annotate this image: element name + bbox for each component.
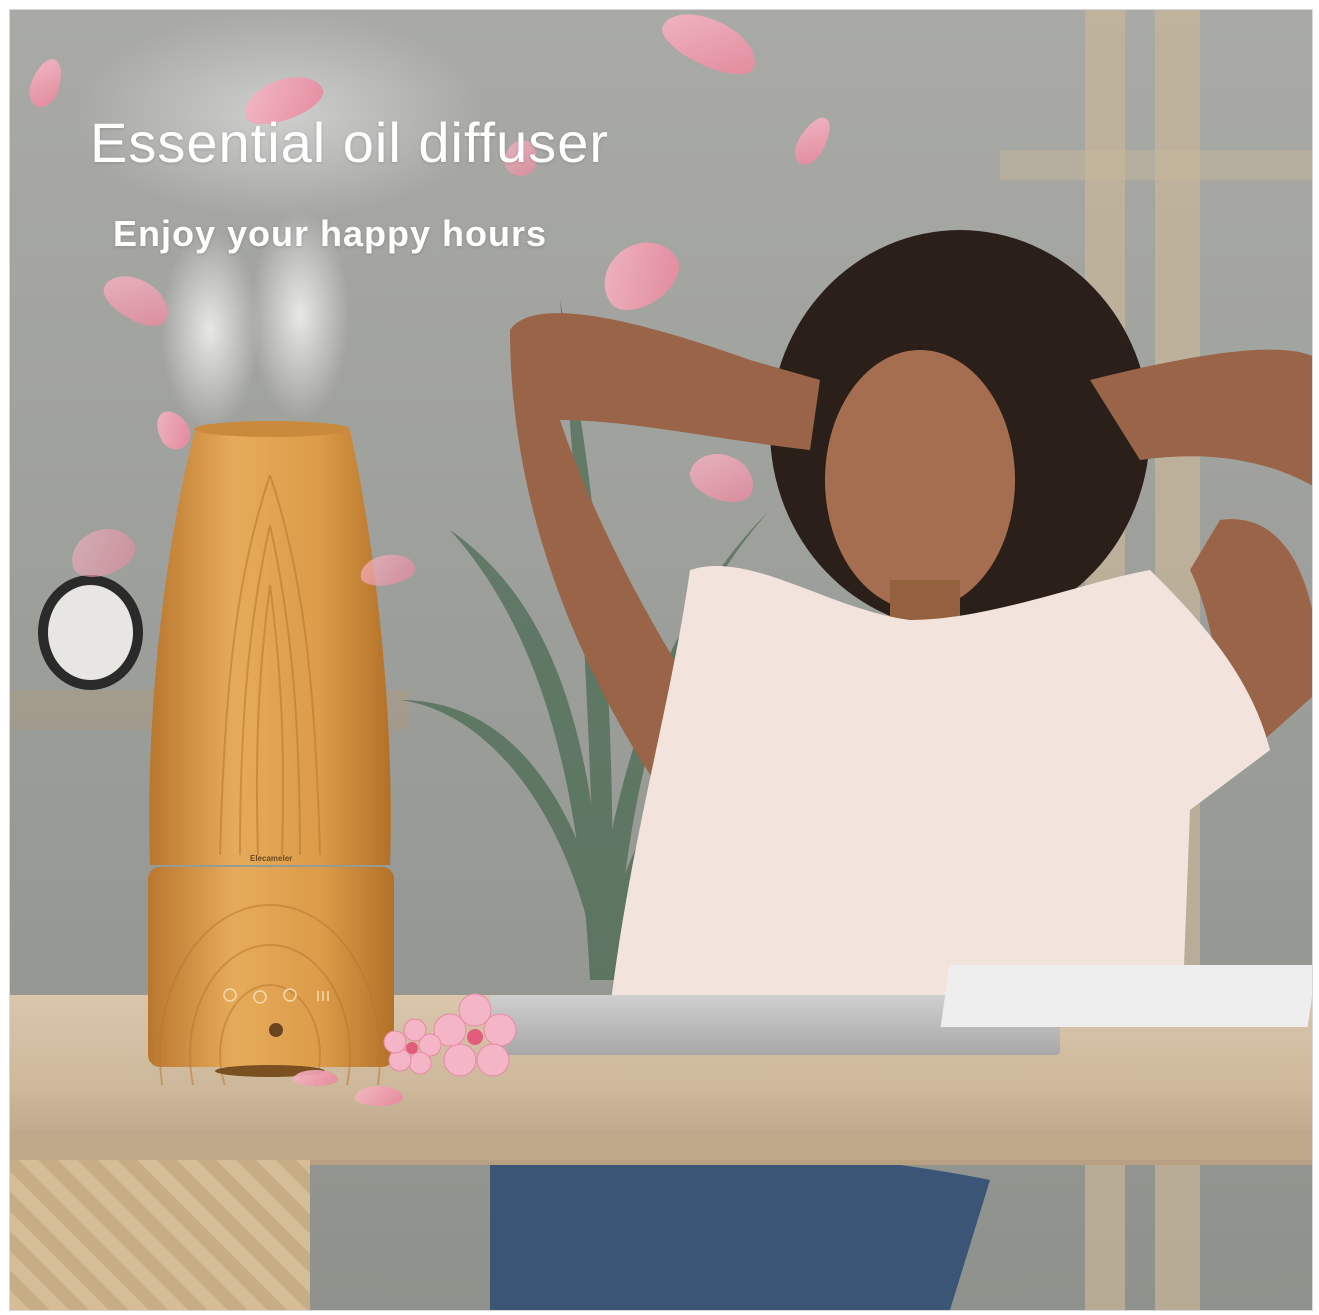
mist-plume [160,230,260,430]
subheadline: Enjoy your happy hours [113,213,548,254]
pink-petal [64,520,141,585]
notebook [940,965,1312,1027]
essential-oil-diffuser: Elecameler [148,421,394,1085]
face [825,350,1015,610]
pink-petal [24,54,68,112]
background-shelf-board [1000,150,1312,180]
pink-petal [355,1086,403,1106]
pink-petal [788,111,838,171]
diffuser-brand-label: Elecameler [250,854,292,863]
diffuser-base [148,867,394,1067]
cherry-blossom-flowers [383,993,517,1077]
desk-edge [10,1130,1312,1160]
product-image: Elecameler Essential oil diffuser Enjoy … [9,9,1313,1311]
mist-outlet-cap [194,421,350,437]
sensor-dot [269,1023,283,1037]
headline: Essential oil diffuser [90,111,609,174]
alarm-clock [38,575,143,690]
woven-drawer [10,1160,310,1310]
diffuser-upper-body [149,430,391,865]
pink-petal [293,1070,338,1086]
jeans [490,1141,990,1310]
pink-petal [654,10,766,85]
